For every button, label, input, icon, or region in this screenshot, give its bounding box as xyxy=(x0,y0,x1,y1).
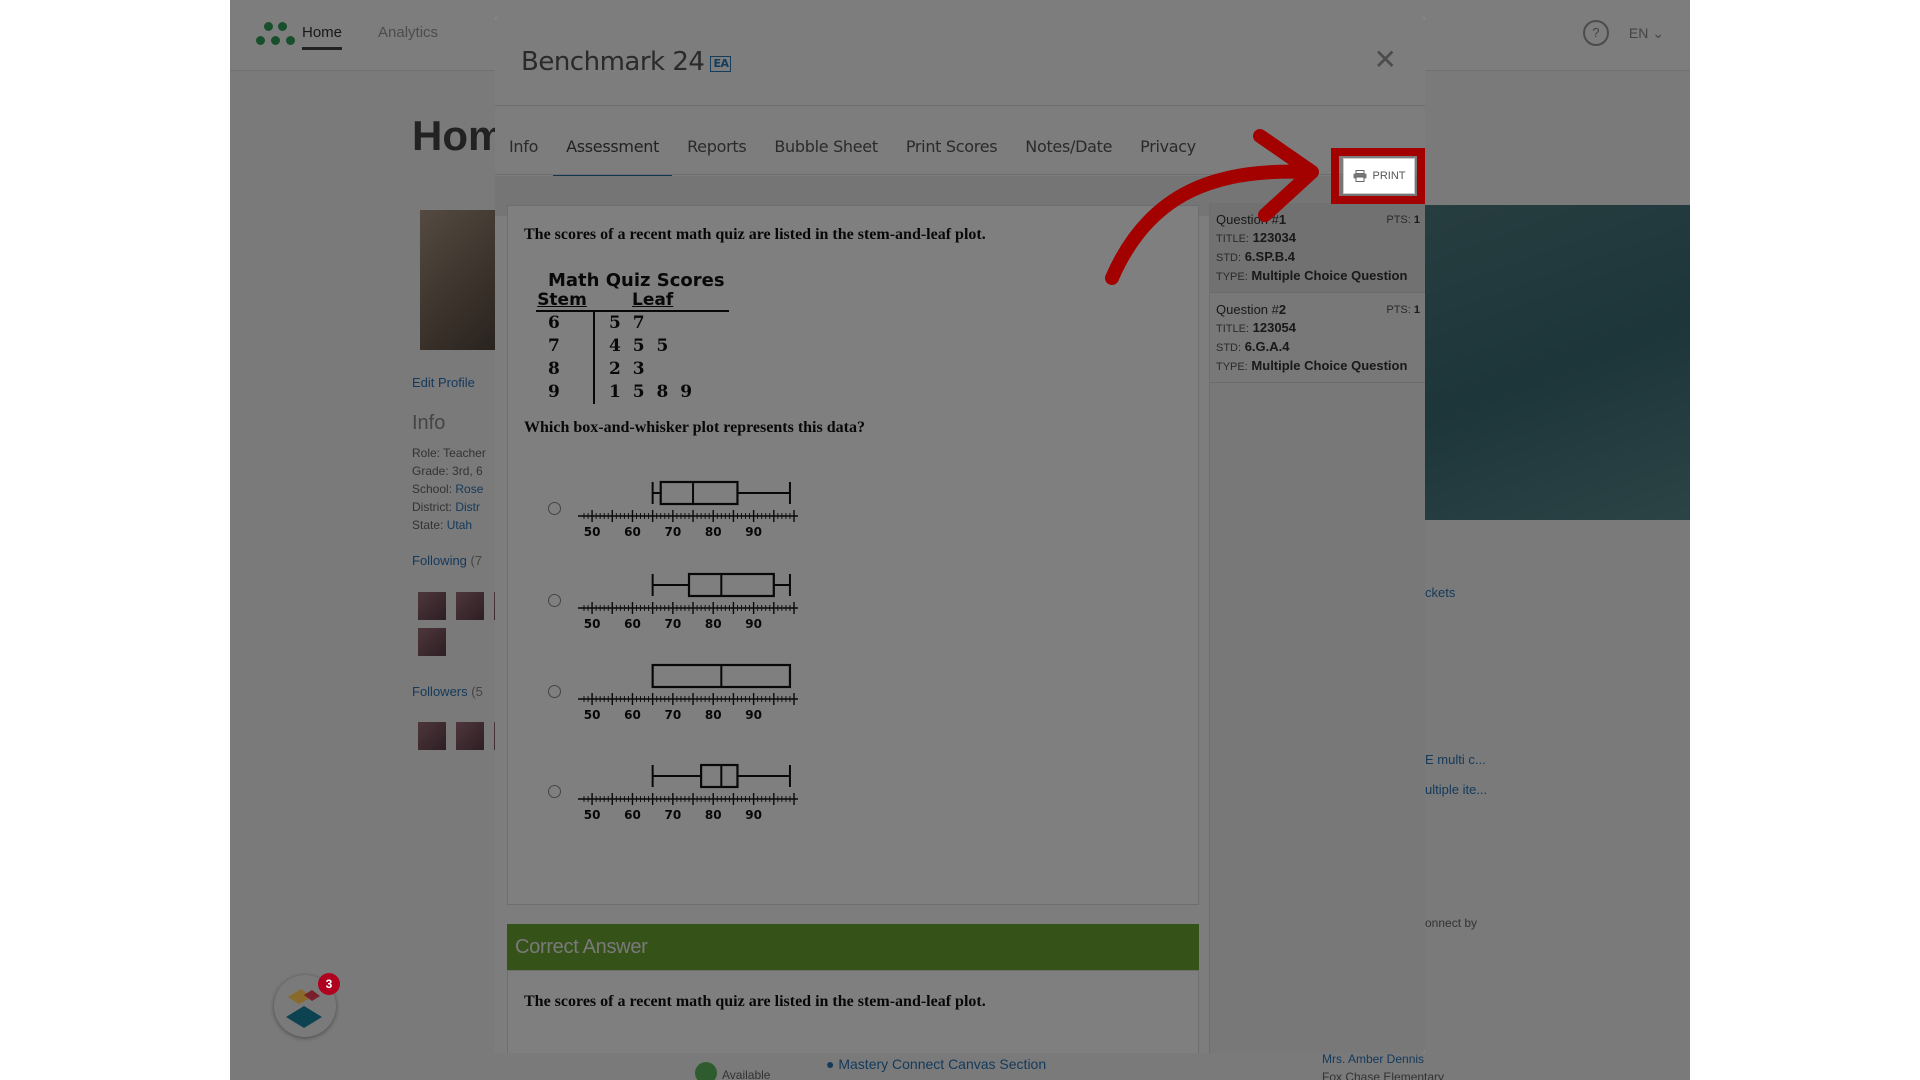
std-value: 6.SP.B.4 xyxy=(1244,249,1296,264)
question-number: 2 xyxy=(1278,302,1287,317)
axis-tick-label: 50 xyxy=(584,808,601,822)
tab-notes-date[interactable]: Notes/Date xyxy=(1025,105,1112,175)
axis-tick-label: 60 xyxy=(624,708,641,722)
stem-leaf-plot: Math Quiz Scores Stem Leaf 6 5 7 7 4 5 5 8 2 … xyxy=(536,270,730,404)
question-list: Question #1 PTS: 1 TITLE: 123034 STD: 6.… xyxy=(1209,203,1425,1053)
dialog-header: Benchmark 24 EA ✕ xyxy=(495,17,1425,106)
axis-tick-label: 90 xyxy=(745,617,762,631)
question-preview: The scores of a recent math quiz are lis… xyxy=(507,205,1199,905)
pts-label: PTS: xyxy=(1386,304,1411,316)
tab-reports[interactable]: Reports xyxy=(687,105,747,175)
correct-answer-header: Correct Answer xyxy=(507,924,1199,970)
question-intro: The scores of a recent math quiz are lis… xyxy=(524,226,986,243)
box-plot: 50 60 70 80 90 xyxy=(578,763,798,822)
close-icon[interactable]: ✕ xyxy=(1374,43,1397,76)
stem-value: 8 xyxy=(536,358,595,381)
stem-header: Stem xyxy=(536,291,594,312)
leaf-values: 2 3 xyxy=(609,359,648,379)
leaf-header: Leaf xyxy=(594,291,730,312)
axis-tick-label: 80 xyxy=(705,617,722,631)
question-list-item[interactable]: Question #1 PTS: 1 TITLE: 123034 STD: 6.… xyxy=(1210,203,1425,293)
stem-leaf-table: Stem Leaf 6 5 7 7 4 5 5 8 2 3 9 1 5 8 9 xyxy=(536,291,730,404)
tab-bubble-sheet[interactable]: Bubble Sheet xyxy=(774,105,878,175)
axis-tick-label: 90 xyxy=(745,525,762,539)
pts-label: PTS: xyxy=(1386,214,1411,226)
stem-leaf-row: 7 4 5 5 xyxy=(536,335,729,358)
std-value: 6.G.A.4 xyxy=(1244,339,1290,354)
stem-leaf-row: 9 1 5 8 9 xyxy=(536,381,729,404)
std-label: STD: xyxy=(1216,342,1242,354)
dialog-title: Benchmark 24 EA xyxy=(521,47,732,77)
axis-tick-label: 70 xyxy=(664,617,681,631)
box-plot: 50 60 70 80 90 xyxy=(578,572,798,631)
notification-badge: 3 xyxy=(318,973,340,995)
type-label: TYPE: xyxy=(1216,271,1248,283)
answer-radio[interactable] xyxy=(548,785,561,798)
stem-value: 9 xyxy=(536,381,595,404)
axis-tick-label: 60 xyxy=(624,525,641,539)
stem-value: 7 xyxy=(536,335,595,358)
stem-leaf-row: 6 5 7 xyxy=(536,311,729,335)
pts-value: 1 xyxy=(1413,214,1420,226)
axis-tick-label: 80 xyxy=(705,808,722,822)
tab-print-scores[interactable]: Print Scores xyxy=(906,105,998,175)
box xyxy=(700,763,739,789)
axis-tick-label: 50 xyxy=(584,708,601,722)
tab-privacy[interactable]: Privacy xyxy=(1140,105,1196,175)
question-prompt: Which box-and-whisker plot represents th… xyxy=(524,419,865,436)
stem-leaf-row: 8 2 3 xyxy=(536,358,729,381)
stem-value: 6 xyxy=(536,311,595,335)
axis-tick-label: 70 xyxy=(664,525,681,539)
printer-icon xyxy=(1353,170,1366,182)
ea-badge: EA xyxy=(710,56,732,72)
dialog-tabs: Info Assessment Reports Bubble Sheet Pri… xyxy=(495,105,1425,178)
title-label: TITLE: xyxy=(1216,233,1250,245)
axis-tick-label: 70 xyxy=(664,808,681,822)
assessment-dialog: Benchmark 24 EA ✕ Info Assessment Reports… xyxy=(495,17,1425,1053)
axis-tick-label: 50 xyxy=(584,617,601,631)
axis-tick-label: 90 xyxy=(745,708,762,722)
title-value: 123034 xyxy=(1252,230,1297,245)
axis-tick-label: 50 xyxy=(584,525,601,539)
axis-tick-label: 80 xyxy=(705,708,722,722)
axis-tick-label: 70 xyxy=(664,708,681,722)
title-value: 123054 xyxy=(1252,320,1297,335)
box xyxy=(659,480,739,506)
axis-tick-label: 80 xyxy=(705,525,722,539)
type-value: Multiple Choice Question xyxy=(1251,268,1408,283)
type-value: Multiple Choice Question xyxy=(1251,358,1408,373)
box-plot: 50 60 70 80 90 xyxy=(578,663,798,722)
axis-tick-label: 60 xyxy=(624,617,641,631)
answer-radio[interactable] xyxy=(548,502,561,515)
pts-value: 1 xyxy=(1413,304,1420,316)
std-label: STD: xyxy=(1216,252,1242,264)
leaf-values: 4 5 5 xyxy=(609,336,672,356)
question-label: Question # xyxy=(1216,212,1279,227)
leaf-values: 5 7 xyxy=(609,313,648,333)
tab-info[interactable]: Info xyxy=(509,105,538,175)
question-list-item[interactable]: Question #2 PTS: 1 TITLE: 123054 STD: 6.… xyxy=(1210,293,1425,383)
dialog-title-text: Benchmark 24 xyxy=(521,47,705,77)
print-button-label: PRINT xyxy=(1372,170,1406,182)
tab-assessment[interactable]: Assessment xyxy=(553,105,673,178)
stem-leaf-title: Math Quiz Scores xyxy=(548,270,725,291)
correct-answer-intro: The scores of a recent math quiz are lis… xyxy=(524,993,986,1010)
type-label: TYPE: xyxy=(1216,361,1248,373)
question-number: 1 xyxy=(1278,212,1287,227)
correct-answer-body: The scores of a recent math quiz are lis… xyxy=(507,970,1199,1053)
title-label: TITLE: xyxy=(1216,323,1250,335)
question-label: Question # xyxy=(1216,302,1279,317)
answer-radio[interactable] xyxy=(548,685,561,698)
box-plot: 50 60 70 80 90 xyxy=(578,480,798,539)
leaf-values: 1 5 8 9 xyxy=(609,382,696,402)
box xyxy=(687,572,775,598)
axis-tick-label: 60 xyxy=(624,808,641,822)
axis-tick-label: 90 xyxy=(745,808,762,822)
print-button[interactable]: PRINT xyxy=(1343,158,1415,194)
answer-radio[interactable] xyxy=(548,594,561,607)
